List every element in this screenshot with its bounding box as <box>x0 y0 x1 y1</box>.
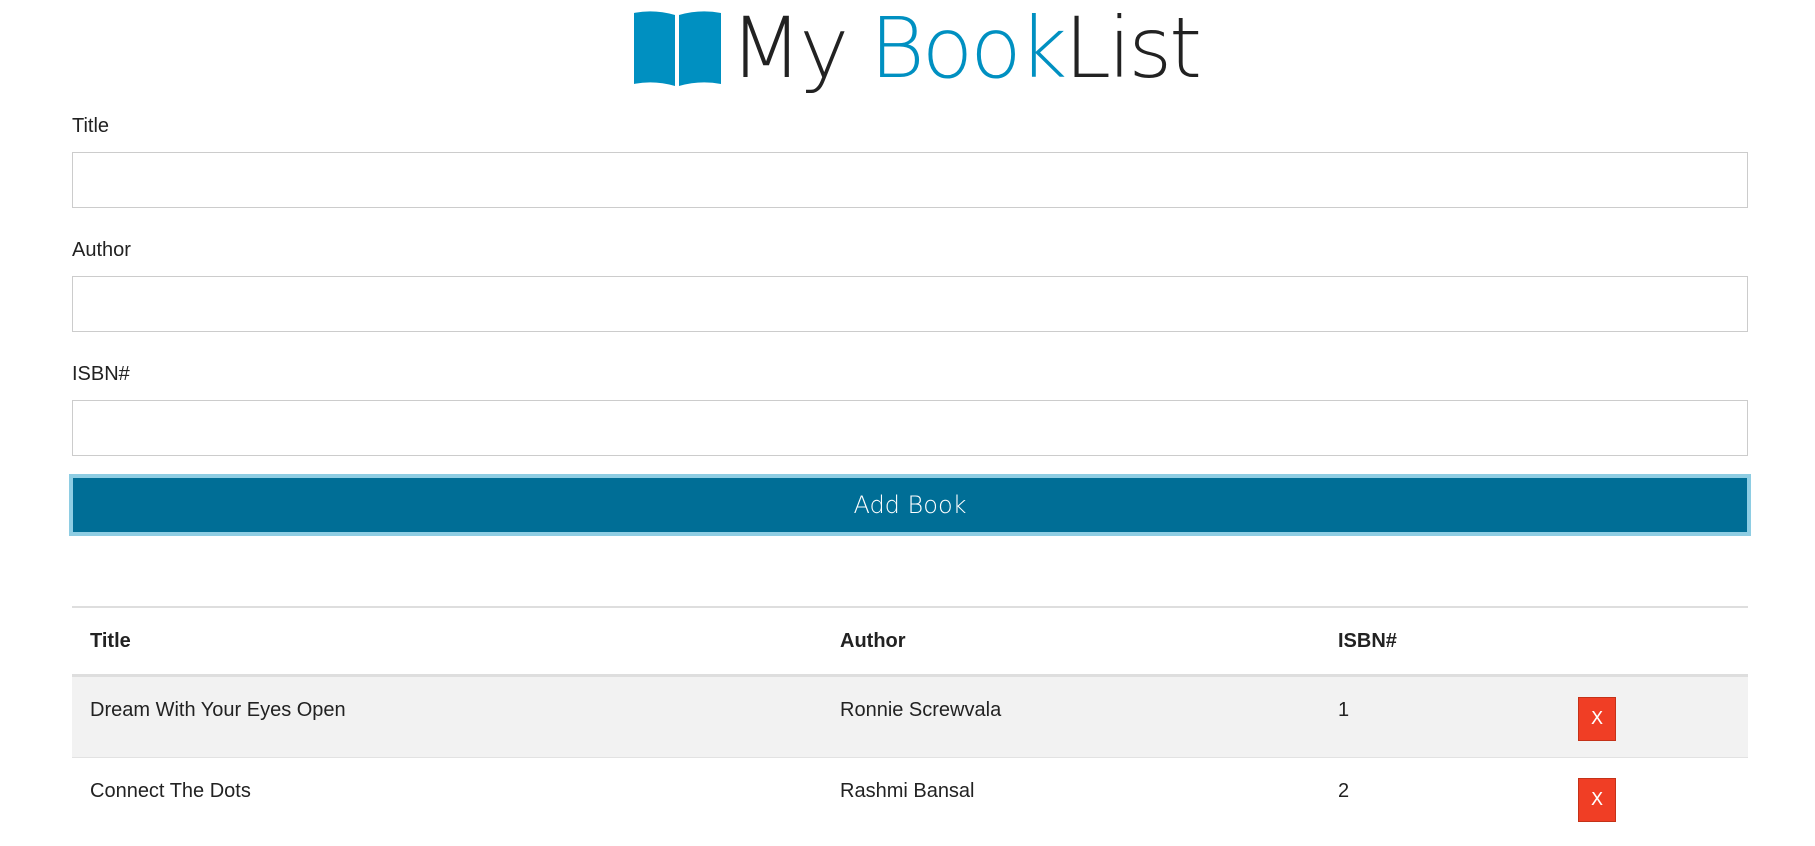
book-isbn: 2 <box>1338 780 1350 802</box>
isbn-field: ISBN# <box>72 360 1748 484</box>
book-author: Rashmi Bansal <box>840 780 975 802</box>
delete-book-button[interactable]: X <box>1578 697 1616 741</box>
book-actions-cell: X <box>1560 675 1748 758</box>
table-row: Dream With Your Eyes Open Ronnie Screwva… <box>72 675 1748 758</box>
header: My BookList <box>0 0 1815 100</box>
book-author-cell: Ronnie Screwvala <box>822 675 1320 758</box>
author-input[interactable] <box>72 276 1748 332</box>
book-author-cell: Rashmi Bansal <box>822 757 1320 838</box>
table-header-row: Title Author ISBN# <box>72 607 1748 677</box>
book-title-cell: Connect The Dots <box>72 757 822 838</box>
author-field: Author <box>72 236 1748 360</box>
book-title: Dream With Your Eyes Open <box>90 699 346 721</box>
column-header-author: Author <box>822 607 1320 677</box>
author-label: Author <box>72 239 131 261</box>
title-label: Title <box>72 115 110 137</box>
logo-list: List <box>1064 0 1202 97</box>
book-title-cell: Dream With Your Eyes Open <box>72 675 822 758</box>
book-isbn: 1 <box>1338 699 1350 721</box>
column-header-title: Title <box>72 607 822 677</box>
book-isbn-cell: 1 <box>1320 675 1560 758</box>
page: My BookList Title Author ISBN# Add Book … <box>0 0 1815 846</box>
delete-book-button[interactable]: X <box>1578 778 1616 822</box>
add-book-form: Title Author ISBN# Add Book <box>69 112 1751 536</box>
logo-my: My <box>729 0 870 97</box>
book-actions-cell: X <box>1560 757 1748 838</box>
table-row: Connect The Dots Rashmi Bansal 2 X <box>72 757 1748 838</box>
logo: My BookList <box>628 0 1202 97</box>
book-title: Connect The Dots <box>90 780 251 802</box>
book-list-table: Title Author ISBN# Dream With Your Eyes … <box>72 606 1748 838</box>
app-title: My BookList <box>729 0 1202 97</box>
isbn-input[interactable] <box>72 400 1748 456</box>
book-author: Ronnie Screwvala <box>840 699 1002 721</box>
isbn-label: ISBN# <box>72 363 130 385</box>
open-book-icon <box>633 11 721 86</box>
title-field: Title <box>72 112 1748 236</box>
column-header-actions <box>1560 607 1748 677</box>
logo-book: Book <box>869 0 1067 97</box>
book-isbn-cell: 2 <box>1320 757 1560 838</box>
column-header-isbn: ISBN# <box>1320 607 1560 677</box>
add-book-button[interactable]: Add Book <box>69 474 1751 536</box>
title-input[interactable] <box>72 152 1748 208</box>
